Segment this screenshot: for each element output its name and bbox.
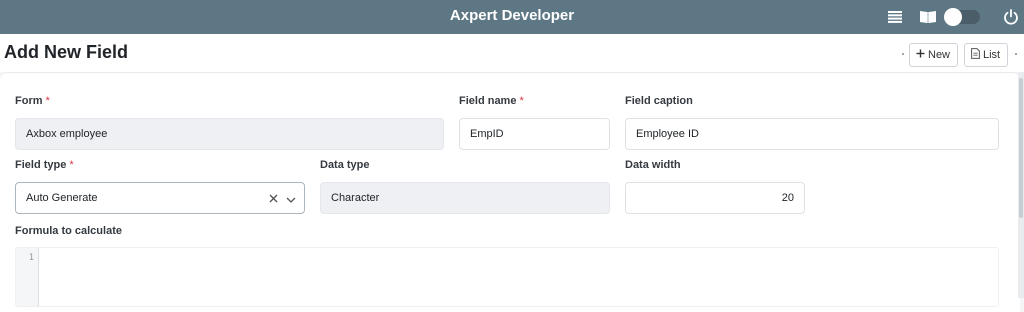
field-type-label: Field type * — [15, 159, 74, 171]
line-number-gutter: 1 — [16, 248, 39, 306]
book-icon[interactable] — [918, 0, 938, 34]
field-caption-label: Field caption — [625, 95, 693, 107]
list-button[interactable]: List — [964, 43, 1008, 67]
document-icon — [971, 48, 980, 62]
top-bar: Axpert Developer — [0, 0, 1024, 34]
form-field[interactable]: Axbox employee — [15, 118, 444, 150]
formula-label: Formula to calculate — [15, 225, 122, 237]
data-width-value: 20 — [781, 192, 794, 204]
chevron-down-icon[interactable] — [286, 191, 296, 206]
data-width-label: Data width — [625, 159, 681, 171]
power-icon[interactable] — [1002, 0, 1020, 34]
theme-toggle[interactable] — [944, 8, 980, 26]
list-icon[interactable] — [885, 0, 905, 34]
scrollbar-thumb[interactable] — [1019, 78, 1023, 218]
data-type-field[interactable]: Character — [320, 182, 610, 214]
scrollbar[interactable] — [1018, 72, 1024, 298]
required-mark: * — [69, 159, 74, 171]
new-button-label: New — [928, 49, 951, 61]
page-header — [0, 34, 1024, 72]
field-caption-value: Employee ID — [636, 128, 699, 140]
field-name-value: EmpID — [470, 128, 504, 140]
clear-icon[interactable] — [269, 191, 278, 206]
required-mark: * — [519, 95, 524, 107]
field-type-value: Auto Generate — [26, 192, 98, 204]
required-mark: * — [45, 95, 50, 107]
separator-dot — [902, 53, 904, 55]
form-label: Form * — [15, 95, 50, 107]
list-button-label: List — [983, 49, 1001, 61]
field-type-select[interactable]: Auto Generate — [15, 182, 305, 214]
field-caption-input[interactable]: Employee ID — [625, 118, 999, 150]
formula-editor[interactable]: 1 — [15, 247, 999, 307]
field-name-input[interactable]: EmpID — [459, 118, 610, 150]
page-title: Add New Field — [4, 42, 129, 62]
data-width-input[interactable]: 20 — [625, 182, 805, 214]
toggle-knob — [944, 8, 962, 26]
form-value: Axbox employee — [26, 128, 108, 140]
data-type-label: Data type — [320, 159, 370, 171]
data-type-value: Character — [331, 192, 380, 204]
app-title: Axpert Developer — [449, 7, 575, 24]
field-name-label: Field name * — [459, 95, 524, 107]
new-button[interactable]: New — [909, 43, 958, 67]
line-number: 1 — [28, 253, 34, 263]
plus-icon — [916, 49, 925, 61]
separator-dot — [1015, 53, 1017, 55]
